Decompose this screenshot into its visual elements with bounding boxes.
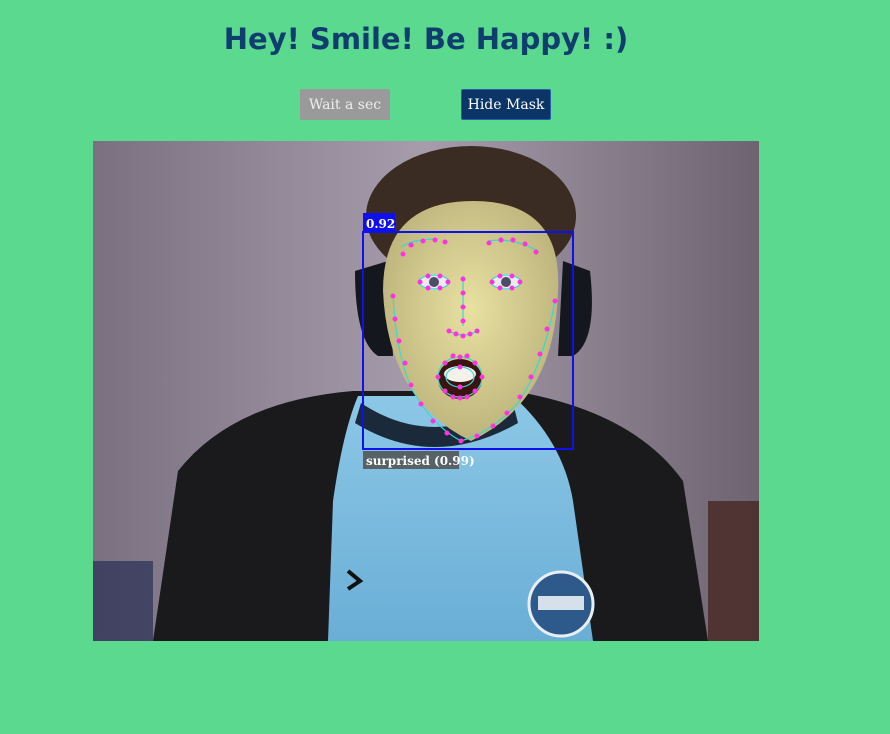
wait-button[interactable]: Wait a sec: [300, 89, 390, 120]
page-title: Hey! Smile! Be Happy! :): [223, 22, 629, 56]
hide-mask-button[interactable]: Hide Mask: [461, 89, 551, 120]
webcam-video: 0.92 surprised (0.99): [93, 141, 759, 641]
confidence-score: 0.92: [366, 217, 395, 231]
expression-label: surprised (0.99): [366, 454, 475, 468]
